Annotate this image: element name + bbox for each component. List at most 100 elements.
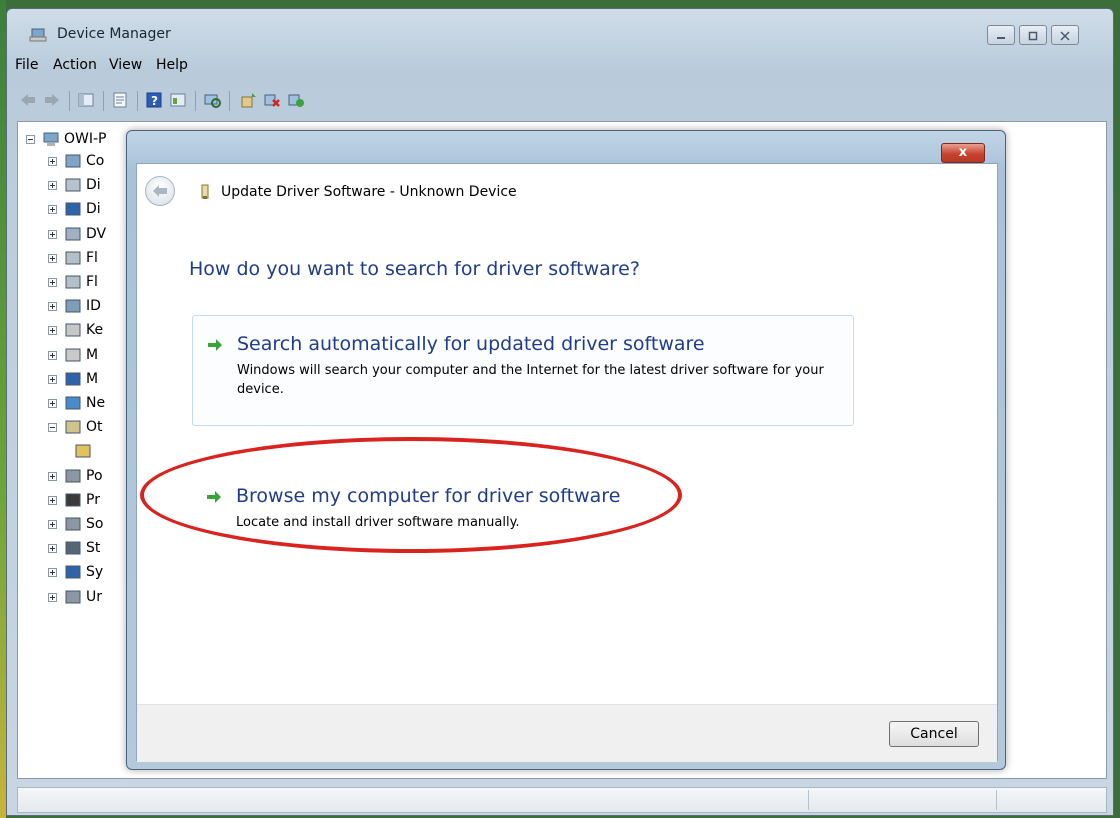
keyboard-icon [65, 323, 81, 337]
maximize-icon [1028, 31, 1038, 41]
update-driver-dialog: x Update Driver Software - Unknown Devic… [126, 130, 1006, 770]
status-bar-divider [808, 790, 809, 810]
expand-toggle[interactable] [48, 253, 57, 263]
menu-bar: File Action View Help [7, 53, 1113, 79]
computer-icon [65, 154, 81, 168]
tree-item-label: Po [86, 467, 103, 484]
usb-controller-icon [65, 590, 81, 604]
expand-toggle[interactable] [48, 544, 57, 554]
unknown-device-icon [75, 444, 91, 458]
tree-item-label: So [86, 516, 104, 532]
dialog-close-button[interactable]: x [941, 143, 985, 163]
menu-view[interactable]: View [109, 57, 142, 73]
tree-item-label: Di [86, 201, 101, 218]
forward-arrow-icon[interactable] [43, 91, 61, 109]
green-arrow-icon [208, 339, 222, 351]
expand-toggle[interactable] [48, 374, 57, 384]
tree-item-label: Ot [86, 419, 103, 436]
maximize-button[interactable] [1019, 25, 1047, 45]
storage-controller-icon [65, 541, 81, 555]
system-devices-icon [65, 565, 81, 579]
collapse-toggle[interactable] [26, 135, 35, 144]
enable-device-icon[interactable] [287, 91, 305, 109]
toolbar-separator [137, 91, 138, 111]
expand-toggle[interactable] [48, 520, 57, 529]
browse-computer-option[interactable]: Browse my computer for driver software L… [192, 474, 854, 536]
status-bar [17, 787, 1107, 813]
scan-hardware-icon[interactable] [203, 91, 221, 109]
properties-icon[interactable] [111, 91, 129, 109]
search-automatically-option[interactable]: Search automatically for updated driver … [192, 315, 854, 426]
device-manager-icon [29, 28, 47, 42]
tree-item-label: Ur [86, 588, 103, 605]
expand-toggle[interactable] [48, 302, 57, 312]
back-button[interactable] [145, 176, 175, 206]
expand-toggle[interactable] [48, 181, 57, 191]
ports-icon [65, 469, 81, 483]
toolbar-separator [103, 91, 104, 111]
floppy-controller-icon [65, 251, 81, 265]
tree-item-label: M [86, 370, 99, 387]
expand-toggle[interactable] [48, 592, 57, 602]
update-driver-icon[interactable] [239, 91, 257, 109]
show-hide-tree-icon[interactable] [77, 91, 95, 109]
close-icon: x [958, 145, 968, 160]
expand-toggle[interactable] [48, 278, 57, 287]
menu-action[interactable]: Action [53, 57, 97, 73]
expand-toggle[interactable] [48, 399, 57, 408]
cancel-button[interactable]: Cancel [889, 721, 979, 747]
toolbar-separator [69, 91, 70, 111]
menu-file[interactable]: File [15, 57, 38, 73]
title-bar: Device Manager [7, 9, 1113, 57]
status-bar-divider [996, 790, 997, 810]
toolbar-separator [195, 91, 196, 111]
tree-item-label: Fl [86, 249, 98, 266]
tree-item-label: Di [86, 177, 101, 194]
tree-item-label: Co [86, 153, 105, 169]
mouse-icon [65, 348, 81, 362]
toolbar-separator [229, 91, 230, 111]
expand-toggle[interactable] [48, 229, 57, 239]
expand-toggle[interactable] [48, 568, 57, 578]
dialog-header: Update Driver Software - Unknown Device [137, 164, 997, 216]
tree-item-label: Ke [86, 322, 104, 339]
menu-help[interactable]: Help [156, 57, 188, 73]
tree-root-label: OWI-P [64, 131, 107, 147]
expand-toggle[interactable] [48, 205, 57, 215]
tree-item-label: Pr [86, 491, 100, 508]
expand-toggle[interactable] [48, 471, 57, 481]
disk-drive-icon [65, 178, 81, 192]
processor-icon [65, 493, 81, 507]
tree-item-label: St [86, 540, 101, 557]
close-icon [1060, 31, 1070, 41]
other-devices-icon [65, 420, 81, 434]
ide-controller-icon [65, 299, 81, 313]
uninstall-icon[interactable] [263, 91, 281, 109]
minimize-icon [997, 37, 1005, 39]
dialog-footer: Cancel [137, 704, 997, 762]
unknown-device-icon [201, 184, 209, 199]
minimize-button[interactable] [987, 25, 1015, 45]
back-arrow-icon [153, 185, 167, 197]
view-icon[interactable] [169, 91, 187, 109]
expand-toggle[interactable] [48, 495, 57, 505]
floppy-drive-icon [65, 275, 81, 289]
search-automatically-description: Windows will search your computer and th… [237, 363, 824, 397]
window-title: Device Manager [57, 26, 171, 42]
expand-toggle[interactable] [48, 157, 57, 166]
dialog-body: Update Driver Software - Unknown Device … [136, 163, 998, 762]
green-arrow-icon [207, 491, 221, 503]
back-arrow-icon[interactable] [19, 91, 37, 109]
window-close-button[interactable] [1051, 25, 1079, 45]
help-icon[interactable]: ? [145, 91, 163, 109]
tree-item-label: Fl [86, 274, 98, 290]
expand-toggle[interactable] [48, 326, 57, 336]
expand-toggle[interactable] [48, 350, 57, 360]
dialog-title: Update Driver Software - Unknown Device [221, 184, 517, 200]
monitor-icon [65, 372, 81, 386]
tree-item-label: Ne [86, 395, 106, 411]
tree-item-label: ID [86, 298, 101, 315]
sound-icon [65, 517, 81, 531]
tree-item-label: M [86, 346, 99, 363]
collapse-toggle[interactable] [48, 423, 57, 433]
